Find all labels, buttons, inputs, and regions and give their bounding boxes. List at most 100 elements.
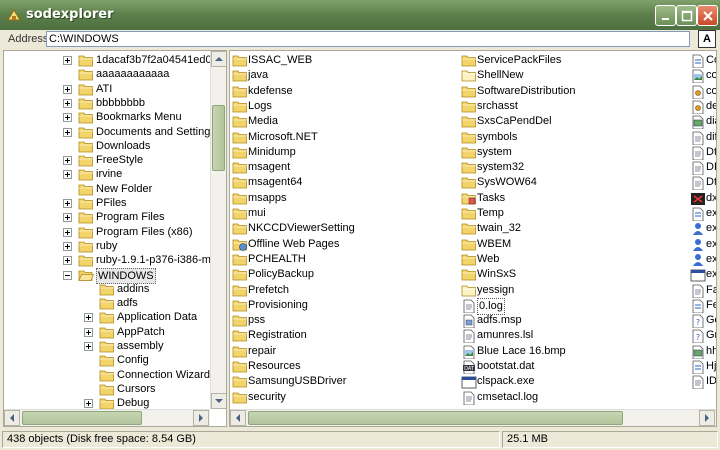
tree-item[interactable]: Application Data	[4, 310, 210, 324]
file-item[interactable]: ? Gr	[690, 328, 716, 344]
tree-item[interactable]: ruby-1.9.1-p376-i386-msw	[4, 253, 212, 267]
tree-item[interactable]: Debug	[4, 396, 210, 409]
tree-item[interactable]: Bookmarks Menu	[4, 110, 210, 124]
expand-icon[interactable]	[63, 227, 72, 237]
tree-item[interactable]: ruby	[4, 239, 210, 253]
address-input[interactable]	[46, 31, 690, 47]
file-item[interactable]: 0.log	[461, 297, 681, 315]
tree-item[interactable]: New Folder	[4, 182, 210, 196]
file-item[interactable]: Dt	[690, 145, 716, 161]
file-item[interactable]: NKCCDViewerSetting	[232, 221, 452, 236]
file-scroll-right-button[interactable]	[699, 410, 715, 426]
file-item[interactable]: Hj	[690, 359, 716, 375]
file-item[interactable]: Blue Lace 16.bmp	[461, 344, 681, 360]
tree-item[interactable]: ATI	[4, 82, 210, 96]
file-horizontal-scrollbar[interactable]	[230, 409, 716, 426]
expand-icon[interactable]	[63, 98, 72, 108]
file-item[interactable]: adfs.msp	[461, 313, 681, 329]
file-item[interactable]: ShellNew	[461, 68, 681, 83]
file-item[interactable]: Co	[690, 53, 716, 69]
file-item[interactable]: ISSAC_WEB	[232, 53, 452, 68]
file-item[interactable]: ex	[690, 237, 716, 252]
file-item[interactable]: dx	[690, 191, 716, 206]
expand-icon[interactable]	[63, 199, 72, 208]
file-item[interactable]: PolicyBackup	[232, 267, 452, 282]
file-item[interactable]: Temp	[461, 206, 681, 221]
file-item[interactable]: ServicePackFiles	[461, 53, 681, 68]
expand-icon[interactable]	[63, 113, 72, 123]
file-item[interactable]: pss	[232, 313, 452, 328]
tree-item[interactable]: assembly	[4, 339, 210, 353]
tree-item[interactable]: irvine	[4, 167, 210, 181]
file-item[interactable]: ex	[690, 221, 716, 236]
expand-icon[interactable]	[63, 170, 72, 180]
tree-item[interactable]: bbbbbbbb	[4, 96, 210, 110]
file-item[interactable]: SoftwareDistribution	[461, 84, 681, 99]
file-item[interactable]: Web	[461, 252, 681, 267]
file-item[interactable]: Tasks	[461, 191, 681, 206]
file-item[interactable]: srchasst	[461, 99, 681, 114]
file-item[interactable]: system32	[461, 160, 681, 175]
file-item[interactable]: twain_32	[461, 221, 681, 236]
expand-icon[interactable]	[63, 213, 72, 223]
file-item[interactable]: Registration	[232, 328, 452, 343]
file-item[interactable]: ex	[690, 206, 716, 222]
tree-item[interactable]: Program Files	[4, 210, 210, 224]
file-item[interactable]: Offline Web Pages	[232, 237, 452, 252]
file-item[interactable]: dia	[690, 114, 716, 130]
file-item[interactable]: clspack.exe	[461, 374, 681, 389]
tree-item[interactable]: Documents and Settings	[4, 125, 212, 139]
file-item[interactable]: msapps	[232, 191, 452, 206]
file-item[interactable]: SamsungUSBDriver	[232, 374, 452, 389]
collapse-icon[interactable]	[63, 270, 72, 280]
file-item[interactable]: amunres.lsl	[461, 328, 681, 344]
expand-icon[interactable]	[63, 256, 72, 266]
file-item[interactable]: DF	[690, 160, 716, 176]
file-item[interactable]: Media	[232, 114, 452, 129]
tree-scroll-down-button[interactable]	[211, 393, 226, 409]
file-item[interactable]: dif	[690, 130, 716, 145]
tree-item[interactable]: Downloads	[4, 139, 210, 153]
file-item[interactable]: Fe	[690, 298, 716, 314]
file-item[interactable]: yessign	[461, 283, 681, 298]
minimize-button[interactable]	[655, 5, 676, 26]
expand-icon[interactable]	[63, 84, 72, 94]
tree-item[interactable]: FreeStyle	[4, 153, 210, 167]
folder-tree-pane[interactable]: 1dacaf3b7f2a04541ed078 aaaaaaaaaaaa ATI bbb…	[3, 50, 227, 427]
file-item[interactable]: WBEM	[461, 237, 681, 252]
tree-item[interactable]: 1dacaf3b7f2a04541ed078	[4, 53, 212, 67]
tree-scroll-left-button[interactable]	[4, 410, 20, 426]
expand-icon[interactable]	[84, 399, 93, 409]
file-item[interactable]: security	[232, 390, 452, 405]
tree-item[interactable]: WINDOWS	[4, 267, 210, 284]
tree-item[interactable]: Cursors	[4, 382, 210, 396]
file-item[interactable]: symbols	[461, 130, 681, 145]
file-scroll-left-button[interactable]	[230, 410, 246, 426]
tree-item[interactable]: addins	[4, 282, 210, 296]
file-item[interactable]: co	[690, 84, 716, 99]
file-item[interactable]: msagent64	[232, 175, 452, 190]
file-item[interactable]: PCHEALTH	[232, 252, 452, 267]
file-item[interactable]: Provisioning	[232, 298, 452, 313]
file-item[interactable]: DAT bootstat.dat	[461, 359, 681, 375]
file-item[interactable]: system	[461, 145, 681, 160]
file-item[interactable]: Logs	[232, 99, 452, 114]
font-button[interactable]: A	[698, 30, 716, 48]
tree-item[interactable]: PFiles	[4, 196, 210, 210]
tree-scroll-up-button[interactable]	[211, 51, 226, 67]
file-item[interactable]: ex	[690, 267, 716, 282]
tree-item[interactable]: Program Files (x86)	[4, 225, 210, 239]
file-item[interactable]: ? Go	[690, 313, 716, 329]
file-item[interactable]: Microsoft.NET	[232, 130, 452, 145]
file-item[interactable]: de	[690, 99, 716, 115]
tree-item[interactable]: Connection Wizard	[4, 368, 210, 382]
tree-hscroll-thumb[interactable]	[22, 411, 142, 425]
close-button[interactable]	[697, 5, 718, 26]
file-item[interactable]: kdefense	[232, 84, 452, 99]
tree-scroll-right-button[interactable]	[193, 410, 209, 426]
expand-icon[interactable]	[63, 127, 72, 137]
expand-icon[interactable]	[84, 313, 93, 323]
file-item[interactable]: SysWOW64	[461, 175, 681, 190]
file-item[interactable]: Prefetch	[232, 283, 452, 298]
maximize-button[interactable]	[676, 5, 697, 26]
